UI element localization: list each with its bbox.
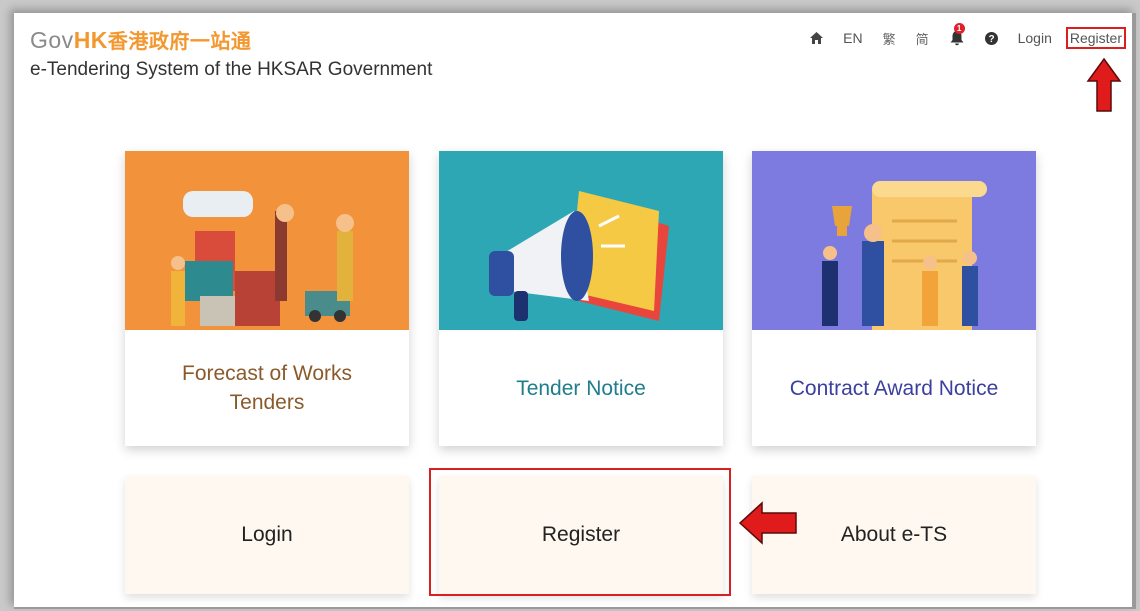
language-en-link[interactable]: EN — [833, 26, 872, 50]
login-tile-button[interactable]: Login — [125, 476, 409, 594]
help-icon[interactable]: ? — [975, 26, 1008, 50]
language-traditional-chinese-link[interactable]: 繁 — [873, 26, 906, 50]
card-label: Tender Notice — [516, 376, 646, 400]
pointer-arrow-left-icon — [738, 501, 797, 545]
card-contract-award-notice[interactable]: Contract Award Notice — [752, 151, 1036, 446]
govhk-logo[interactable]: GovHK香港政府一站通 — [30, 27, 251, 54]
card-label: Forecast of Works Tenders — [182, 362, 352, 414]
browser-viewport: GovHK香港政府一站通 e-Tendering System of the H… — [14, 13, 1136, 609]
home-icon[interactable] — [800, 26, 833, 50]
logo-chinese-text: 香港政府一站通 — [107, 29, 252, 53]
tender-notice-illustration — [439, 151, 723, 330]
site-subtitle: e-Tendering System of the HKSAR Governme… — [30, 59, 433, 80]
logo-gov-text: Gov — [30, 27, 74, 53]
logo-hk-text: HK — [73, 27, 108, 53]
top-navigation: EN 繁 简 1 ? Login Register — [800, 23, 1126, 50]
svg-text:?: ? — [988, 34, 994, 45]
login-link[interactable]: Login — [1008, 26, 1062, 50]
card-forecast-of-works-tenders[interactable]: Forecast of Works Tenders — [125, 151, 409, 446]
register-tile-highlight — [429, 468, 731, 596]
card-tender-notice[interactable]: Tender Notice — [439, 151, 723, 446]
card-label: Contract Award Notice — [789, 376, 999, 400]
forecast-illustration — [125, 151, 409, 330]
pointer-arrow-up-icon — [1086, 57, 1122, 112]
register-link[interactable]: Register — [1065, 27, 1126, 49]
contract-award-illustration — [752, 151, 1036, 330]
notification-bell-button[interactable]: 1 — [939, 23, 975, 50]
notification-count-badge: 1 — [953, 23, 965, 34]
language-simplified-chinese-link[interactable]: 简 — [906, 26, 939, 50]
